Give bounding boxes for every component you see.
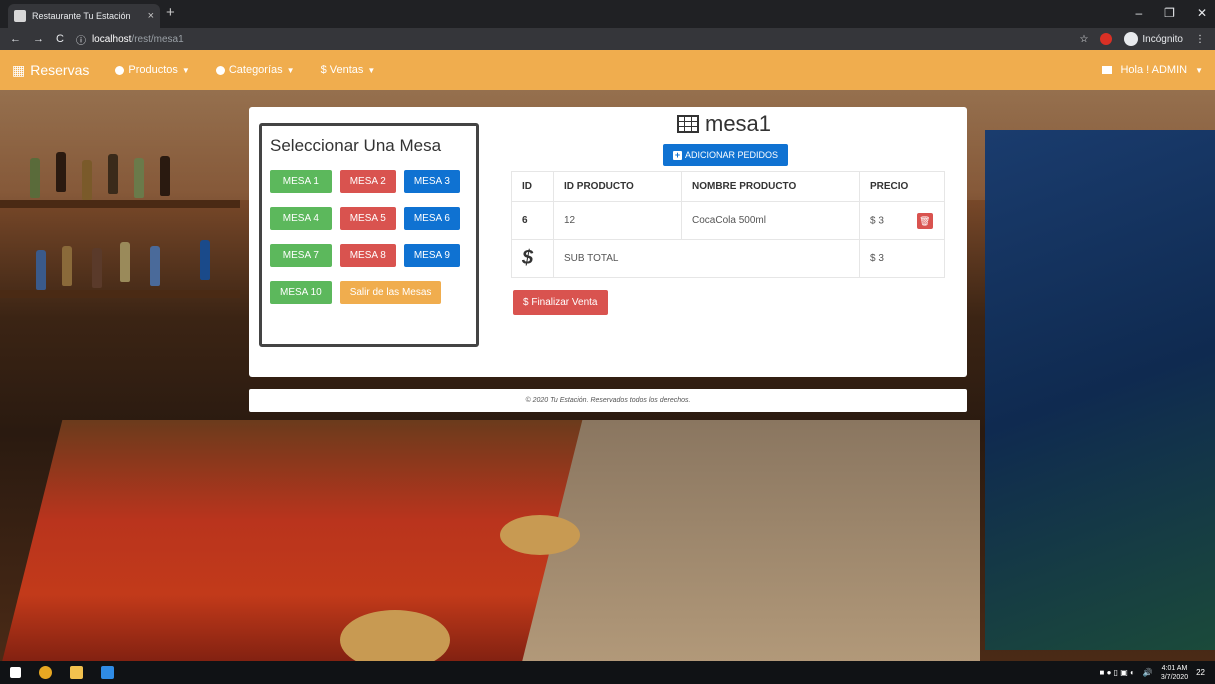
table-icon: [677, 115, 699, 133]
mesa-3-button[interactable]: MESA 3: [403, 170, 460, 193]
tab-title: Restaurante Tu Estación: [32, 11, 131, 21]
order-section: mesa1 + ADICIONAR PEDIDOS ID ID PRODUCTO…: [511, 107, 947, 377]
mesa-selector-title: Seleccionar Una Mesa: [270, 136, 442, 155]
mesa-title: mesa1: [705, 111, 772, 136]
tray-app-icons[interactable]: ■ ● ▯ ▣ ◐: [1100, 668, 1135, 677]
nav-productos-label: Productos: [128, 64, 178, 76]
file-explorer-icon[interactable]: [70, 666, 83, 679]
vscode-icon[interactable]: [101, 666, 114, 679]
col-product-id: ID PRODUCTO: [553, 171, 682, 202]
table-header-row: ID ID PRODUCTO NOMBRE PRODUCTO PRECIO: [511, 171, 945, 202]
mesa-2-button[interactable]: MESA 2: [339, 170, 396, 193]
chevron-down-icon: ▼: [286, 65, 295, 75]
clock[interactable]: 4:01 AM 3/7/2020: [1161, 664, 1188, 682]
mesa-8-button[interactable]: MESA 8: [339, 244, 396, 267]
brand-label: Reservas: [30, 62, 90, 78]
mesa-1-button[interactable]: MESA 1: [270, 170, 332, 193]
col-id: ID: [511, 171, 554, 202]
chrome-icon[interactable]: [39, 666, 52, 679]
user-menu[interactable]: Hola ! ADMIN ▼: [1102, 64, 1203, 76]
close-window-icon[interactable]: ✕: [1197, 6, 1207, 20]
chevron-down-icon: ▼: [181, 65, 190, 75]
notification-count[interactable]: 22: [1196, 668, 1205, 677]
windows-start-icon[interactable]: [10, 667, 21, 678]
mesa-button-grid: MESA 1 MESA 2 MESA 3 MESA 4 MESA 5 MESA …: [270, 170, 468, 304]
mesa-9-button[interactable]: MESA 9: [403, 244, 460, 267]
app-navbar: ▦ Reservas Productos ▼ Categorías ▼ $ Ve…: [0, 50, 1215, 90]
brand-link[interactable]: ▦ Reservas: [12, 62, 89, 79]
favicon-icon: [14, 10, 26, 22]
subtotal-value: $ 3: [859, 239, 945, 278]
url-field[interactable]: ⓘ localhost/rest/mesa1: [76, 32, 184, 47]
subtotal-icon-cell: $: [511, 239, 554, 278]
delete-item-button[interactable]: 🗑: [916, 212, 933, 229]
add-order-button[interactable]: + ADICIONAR PEDIDOS: [663, 144, 789, 166]
chevron-down-icon: ▼: [1195, 65, 1203, 75]
clock-date: 3/7/2020: [1160, 673, 1189, 681]
menu-kebab-icon[interactable]: ⋮: [1195, 34, 1205, 45]
table-row: 6 12 CocaCola 500ml $ 3 🗑: [511, 201, 945, 240]
subtotal-label: SUB TOTAL: [553, 239, 860, 278]
nav-categorias[interactable]: Categorías ▼: [215, 64, 295, 76]
salir-mesas-button[interactable]: Salir de las Mesas: [339, 281, 442, 304]
nav-ventas[interactable]: $ Ventas ▼: [321, 64, 376, 76]
incognito-label: Incógnito: [1142, 33, 1183, 45]
user-label: Hola ! ADMIN: [1120, 64, 1188, 76]
nav-productos[interactable]: Productos ▼: [115, 64, 190, 76]
plus-icon: +: [673, 149, 682, 160]
row-product-name: CocaCola 500ml: [681, 201, 860, 240]
productos-icon: [115, 65, 125, 75]
address-bar: ← → C ⓘ localhost/rest/mesa1 ☆ Incógnito…: [0, 28, 1215, 50]
mesa-selector: Seleccionar Una Mesa MESA 1 MESA 2 MESA …: [259, 123, 479, 347]
mesa-4-button[interactable]: MESA 4: [270, 207, 332, 230]
window-controls: – ❐ ✕: [1135, 6, 1207, 20]
system-tray: ■ ● ▯ ▣ ◐ 🔊 4:01 AM 3/7/2020 22: [1100, 664, 1205, 682]
mesa-5-button[interactable]: MESA 5: [339, 207, 396, 230]
row-price: $ 3: [870, 215, 884, 227]
mesa-6-button[interactable]: MESA 6: [403, 207, 460, 230]
reload-icon[interactable]: C: [56, 33, 64, 45]
user-icon: [1102, 66, 1113, 74]
finalize-sale-button[interactable]: $ Finalizar Venta: [513, 290, 608, 315]
col-product-name: NOMBRE PRODUCTO: [681, 171, 860, 202]
info-icon: ⓘ: [75, 35, 86, 47]
extension-icon[interactable]: [1100, 33, 1113, 45]
incognito-icon: [1124, 32, 1139, 46]
order-table: ID ID PRODUCTO NOMBRE PRODUCTO PRECIO 6 …: [511, 171, 945, 278]
order-title: mesa1: [677, 111, 771, 137]
restore-icon[interactable]: ❐: [1164, 6, 1175, 20]
mesa-7-button[interactable]: MESA 7: [270, 244, 332, 267]
categorias-icon: [215, 65, 225, 75]
nav-categorias-label: Categorías: [228, 64, 283, 76]
browser-tab[interactable]: Restaurante Tu Estación ×: [8, 4, 160, 28]
forward-icon[interactable]: →: [33, 33, 44, 45]
clock-time: 4:01 AM: [1161, 664, 1188, 672]
row-product-id: 12: [553, 201, 682, 240]
url-path: /rest/mesa1: [131, 33, 184, 45]
mesa-10-button[interactable]: MESA 10: [270, 281, 332, 304]
dollar-icon: $: [522, 247, 534, 269]
back-icon[interactable]: ←: [10, 33, 21, 45]
subtotal-row: $ SUB TOTAL $ 3: [511, 239, 945, 278]
chevron-down-icon: ▼: [367, 65, 376, 75]
nav-ventas-label: $ Ventas: [320, 64, 364, 76]
col-price: PRECIO: [859, 171, 945, 202]
volume-icon[interactable]: 🔊: [1143, 668, 1153, 677]
new-tab-button[interactable]: +: [166, 4, 175, 21]
url-host: localhost: [91, 33, 132, 45]
row-id: 6: [511, 201, 554, 240]
close-tab-icon[interactable]: ×: [148, 10, 154, 22]
page-footer: © 2020 Tu Estación. Reservados todos los…: [249, 389, 967, 412]
browser-tab-bar: Restaurante Tu Estación × + – ❐ ✕: [0, 0, 1215, 28]
windows-taskbar: ■ ● ▯ ▣ ◐ 🔊 4:01 AM 3/7/2020 22: [0, 661, 1215, 684]
add-order-label: ADICIONAR PEDIDOS: [685, 150, 779, 160]
incognito-badge[interactable]: Incógnito: [1124, 32, 1183, 46]
table-icon: ▦: [12, 61, 26, 78]
main-panel: Seleccionar Una Mesa MESA 1 MESA 2 MESA …: [249, 107, 967, 377]
minimize-icon[interactable]: –: [1135, 6, 1142, 20]
row-price-cell: $ 3 🗑: [859, 201, 945, 240]
bookmark-star-icon[interactable]: ☆: [1079, 34, 1088, 45]
